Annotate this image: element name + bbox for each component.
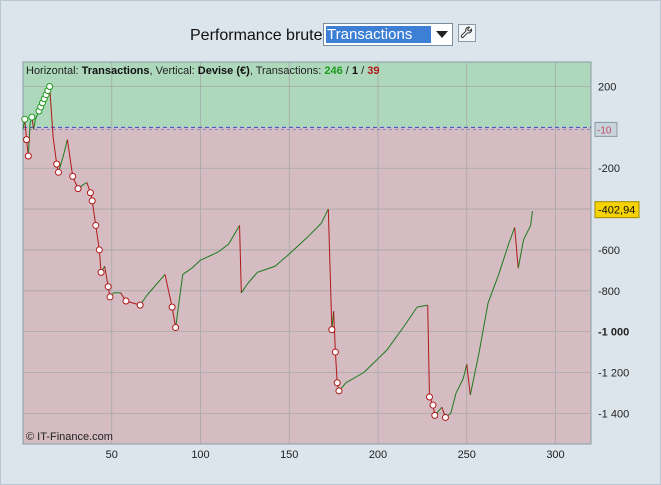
settings-button[interactable] bbox=[458, 24, 476, 42]
loss-trade-marker[interactable] bbox=[168, 303, 176, 311]
last-value-badge: -402,94 bbox=[594, 201, 640, 219]
wrench-icon bbox=[460, 26, 473, 38]
x-tick-label: 150 bbox=[280, 449, 298, 461]
loss-trade-marker[interactable] bbox=[74, 185, 82, 193]
loss-trade-marker[interactable] bbox=[92, 221, 100, 229]
loss-trade-marker[interactable] bbox=[429, 401, 437, 409]
chart-header: Performance brute Transactions bbox=[0, 22, 661, 50]
y-tick-label: -200 bbox=[598, 163, 620, 175]
x-tick-label: 300 bbox=[546, 449, 564, 461]
loss-trade-marker[interactable] bbox=[431, 411, 439, 419]
x-tick-label: 250 bbox=[458, 449, 476, 461]
title-prefix-v: , Vertical: bbox=[150, 65, 198, 77]
loss-trade-marker[interactable] bbox=[122, 297, 130, 305]
loss-trade-marker[interactable] bbox=[97, 268, 105, 276]
performance-chart[interactable]: 50100150200250300200-200-400-600-800-1 0… bbox=[0, 60, 661, 470]
win-trade-marker[interactable] bbox=[46, 83, 54, 91]
last-badge-label: -402,94 bbox=[598, 205, 635, 217]
y-tick-label: -1 400 bbox=[598, 408, 629, 420]
y-tick-label: -600 bbox=[598, 245, 620, 257]
loss-trade-marker[interactable] bbox=[55, 168, 62, 176]
loss-trade-marker[interactable] bbox=[335, 387, 343, 395]
loss-trade-marker[interactable] bbox=[331, 348, 339, 356]
tx-green-count: 246 bbox=[324, 65, 342, 77]
loss-trade-marker[interactable] bbox=[333, 379, 341, 387]
x-tick-label: 100 bbox=[191, 449, 209, 461]
title-tx-label: , Transactions: bbox=[250, 65, 325, 77]
loss-trade-marker[interactable] bbox=[106, 293, 114, 301]
chart-panel: 50100150200250300200-200-400-600-800-1 0… bbox=[0, 60, 661, 470]
y-tick-label: -1 000 bbox=[598, 327, 629, 339]
y-tick-label: 200 bbox=[598, 82, 616, 94]
reference-value-badge: -10 bbox=[594, 121, 618, 137]
header-label: Performance brute bbox=[190, 27, 323, 44]
loss-trade-marker[interactable] bbox=[23, 136, 31, 144]
loss-trade-marker[interactable] bbox=[104, 283, 112, 291]
loss-trade-marker[interactable] bbox=[95, 246, 103, 254]
loss-trade-marker[interactable] bbox=[53, 160, 61, 168]
loss-trade-marker[interactable] bbox=[425, 393, 433, 401]
loss-trade-marker[interactable] bbox=[69, 172, 77, 180]
loss-trade-marker[interactable] bbox=[172, 324, 180, 332]
loss-trade-marker[interactable] bbox=[328, 326, 336, 334]
title-v-value: Devise (€) bbox=[198, 65, 250, 77]
loss-trade-marker[interactable] bbox=[441, 413, 449, 421]
chevron-down-icon[interactable] bbox=[436, 31, 448, 38]
loss-trade-marker[interactable] bbox=[88, 197, 96, 205]
copyright: © IT-Finance.com bbox=[26, 431, 113, 443]
loss-trade-marker[interactable] bbox=[24, 152, 32, 160]
y-tick-label: -1 200 bbox=[598, 368, 629, 380]
metric-select[interactable]: Transactions bbox=[323, 23, 453, 46]
chart-title: Horizontal: Transactions, Vertical: Devi… bbox=[26, 65, 379, 77]
win-trade-marker[interactable] bbox=[21, 115, 29, 123]
metric-select-value: Transactions bbox=[326, 26, 431, 43]
win-trade-marker[interactable] bbox=[28, 113, 36, 121]
title-h-value: Transactions bbox=[82, 65, 150, 77]
tx-sep-2: / bbox=[358, 65, 367, 77]
x-tick-label: 50 bbox=[106, 449, 118, 461]
loss-trade-marker[interactable] bbox=[86, 189, 94, 197]
reference-badge-label: -10 bbox=[597, 125, 612, 136]
loss-trade-marker[interactable] bbox=[136, 301, 144, 309]
tx-sep-1: / bbox=[343, 65, 352, 77]
x-tick-label: 200 bbox=[369, 449, 387, 461]
title-prefix-h: Horizontal: bbox=[26, 65, 82, 77]
tx-red-count: 39 bbox=[367, 65, 379, 77]
y-tick-label: -800 bbox=[598, 286, 620, 298]
